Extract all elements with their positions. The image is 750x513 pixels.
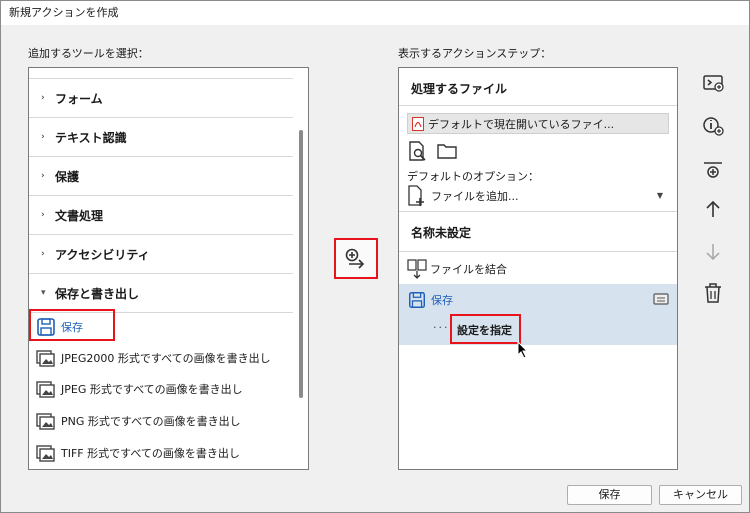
action-steps-label: 表示するアクションステップ： xyxy=(398,47,552,60)
add-panel-icon[interactable] xyxy=(701,159,725,183)
chevron-right-icon: › xyxy=(41,132,45,142)
tool-export-png[interactable]: PNG 形式ですべての画像を書き出し xyxy=(29,405,293,436)
export-image-icon xyxy=(36,412,55,430)
insert-command-icon[interactable] xyxy=(701,71,725,95)
chevron-right-icon: › xyxy=(41,210,45,220)
category-accessibility[interactable]: › アクセシビリティ xyxy=(29,235,293,274)
save-button[interactable]: 保存 xyxy=(567,485,652,505)
add-tool-button[interactable] xyxy=(334,238,378,279)
files-header: 処理するファイル xyxy=(411,82,508,96)
export-image-icon xyxy=(36,380,55,398)
dialog-title: 新規アクションを作成 xyxy=(1,1,749,25)
cancel-button[interactable]: キャンセル xyxy=(659,485,742,505)
step-save-label: 保存 xyxy=(431,294,453,307)
add-file-dropdown[interactable]: ファイルを追加... ▼ xyxy=(407,185,669,207)
trash-icon[interactable] xyxy=(701,281,725,305)
new-action-dialog: 新規アクションを作成 追加するツールを選択： 表示するアクションステップ： › … xyxy=(0,0,750,513)
tool-export-jpeg[interactable]: JPEG 形式ですべての画像を書き出し xyxy=(29,373,293,404)
highlight-box-specify-settings xyxy=(450,314,521,344)
add-file-icon xyxy=(408,185,424,206)
step-options-icon[interactable] xyxy=(653,292,669,306)
category-document-processing[interactable]: › 文書処理 xyxy=(29,196,293,235)
default-options-label: デフォルトのオプション： xyxy=(407,170,539,183)
tree-connector: ··· xyxy=(433,321,450,334)
step-combine-files[interactable]: ファイルを結合 xyxy=(399,254,677,284)
pdf-icon xyxy=(412,116,424,131)
category-forms[interactable]: › フォーム xyxy=(29,79,293,118)
save-icon xyxy=(409,292,425,308)
folder-icon[interactable] xyxy=(436,142,458,160)
export-image-icon xyxy=(36,349,55,367)
chevron-down-icon: ▾ xyxy=(41,288,46,298)
add-to-steps-icon xyxy=(345,248,365,269)
scrollbar[interactable] xyxy=(296,78,306,468)
action-steps-panel: 処理するファイル デフォルトで現在開いているファイ... デフォルトのオプション… xyxy=(398,67,678,470)
export-image-icon xyxy=(36,444,55,462)
chevron-right-icon: › xyxy=(41,93,45,103)
tool-list-panel: › フォーム › テキスト認識 › 保護 › 文書処理 › アクセシビリティ ▾… xyxy=(28,67,309,470)
chevron-right-icon: › xyxy=(41,249,45,259)
browse-file-icon[interactable] xyxy=(407,140,429,162)
move-up-icon[interactable] xyxy=(701,197,725,221)
step-save[interactable]: 保存 ··· 設定を指定 xyxy=(399,284,677,345)
insert-instruction-icon[interactable] xyxy=(701,114,725,138)
mouse-cursor-icon xyxy=(517,341,529,359)
category-text-recognition[interactable]: › テキスト認識 xyxy=(29,118,293,157)
category-save-export[interactable]: ▾ 保存と書き出し xyxy=(29,274,293,313)
tool-select-label: 追加するツールを選択： xyxy=(28,47,149,60)
scrollbar-thumb[interactable] xyxy=(299,130,303,398)
category-protection[interactable]: › 保護 xyxy=(29,157,293,196)
default-file-field[interactable]: デフォルトで現在開いているファイ... xyxy=(407,113,669,134)
move-down-icon[interactable] xyxy=(701,240,725,264)
tool-export-jpeg2000[interactable]: JPEG2000 形式ですべての画像を書き出し xyxy=(29,342,293,373)
dropdown-arrow-icon: ▼ xyxy=(656,191,663,200)
highlight-box-save-tool xyxy=(29,309,115,341)
tool-export-tiff[interactable]: TIFF 形式ですべての画像を書き出し xyxy=(29,437,293,468)
chevron-right-icon: › xyxy=(41,171,45,181)
combine-files-icon xyxy=(407,259,427,279)
group-header: 名称未設定 xyxy=(411,226,472,240)
